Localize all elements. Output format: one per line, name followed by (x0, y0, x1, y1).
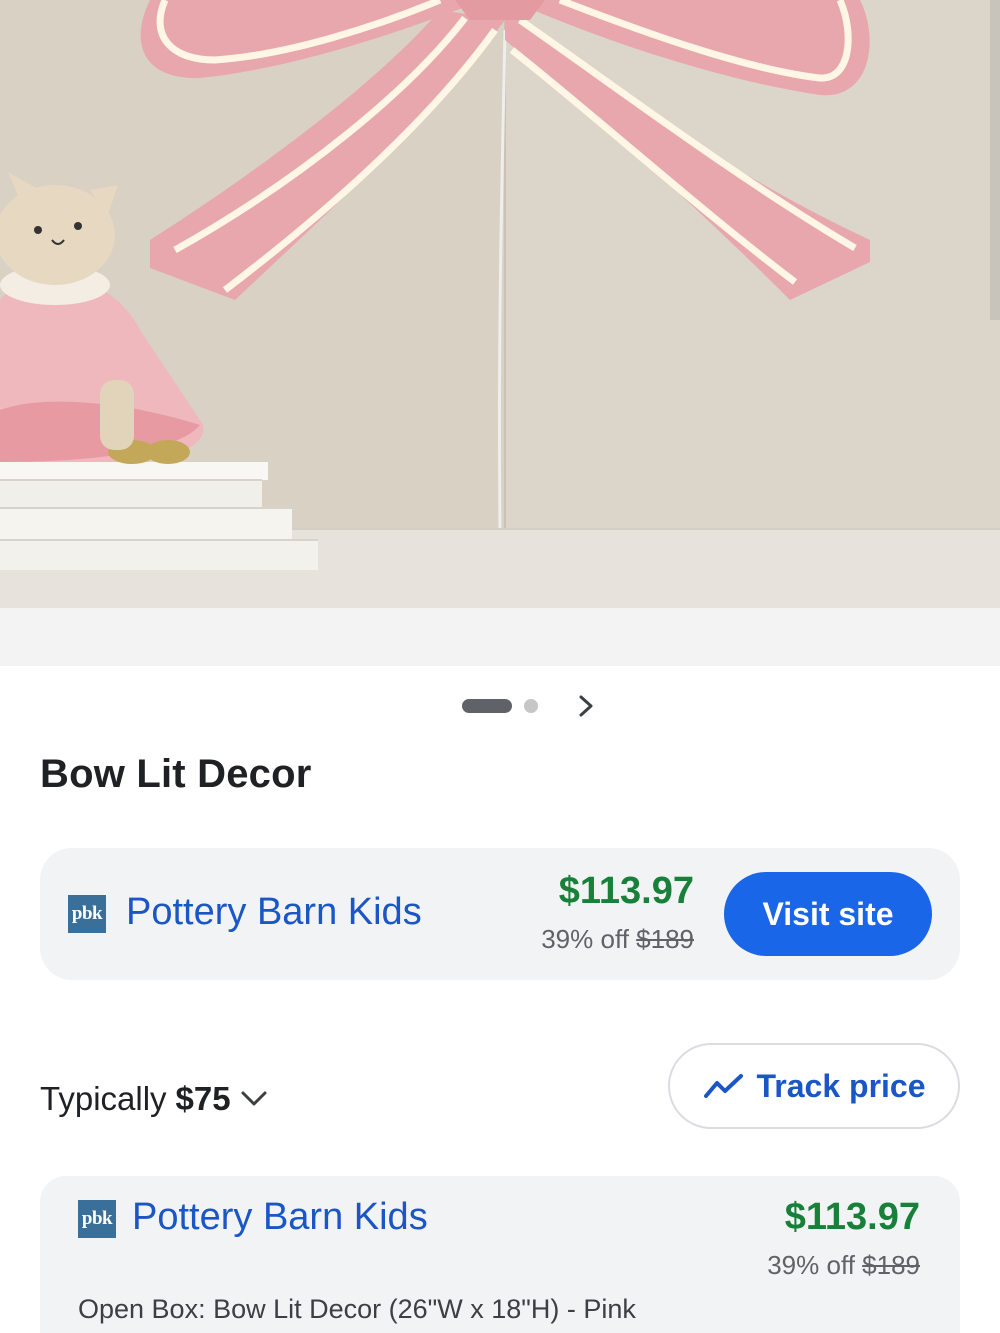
track-price-label: Track price (756, 1067, 926, 1104)
store-logo: pbk (78, 1200, 116, 1238)
visit-site-button[interactable]: Visit site (724, 872, 932, 956)
chevron-down-icon (239, 1089, 269, 1109)
listing-price: $113.97 (784, 1196, 920, 1238)
original-price: $189 (636, 924, 694, 954)
store-logo: pbk (68, 895, 106, 933)
trending-line-icon (703, 1074, 743, 1098)
product-title: Bow Lit Decor (40, 752, 312, 796)
carousel-dot-active[interactable] (462, 699, 512, 713)
image-carousel-indicator (0, 690, 1000, 722)
original-price: $189 (862, 1250, 920, 1280)
store-name-link[interactable]: Pottery Barn Kids (132, 1196, 428, 1239)
track-price-button[interactable]: Track price (668, 1043, 960, 1129)
carousel-next-button[interactable] (568, 690, 604, 722)
listing-description: Open Box: Bow Lit Decor (26"W x 18"H) - … (78, 1294, 636, 1324)
product-image[interactable] (0, 0, 1000, 608)
typical-price-label: Typically (40, 1080, 167, 1117)
bow-lamp-photo (0, 0, 1000, 608)
carousel-dot[interactable] (524, 699, 538, 713)
typical-price-toggle[interactable]: Typically $75 (40, 1080, 269, 1118)
store-name-link[interactable]: Pottery Barn Kids (126, 891, 422, 934)
offer-price: $113.97 (558, 870, 694, 912)
typical-price-value: $75 (175, 1080, 231, 1117)
listing-discount: 39% off $189 (767, 1250, 920, 1281)
discount-percent: 39% off (767, 1250, 855, 1280)
discount-percent: 39% off (541, 924, 629, 954)
chevron-right-icon (579, 695, 593, 717)
best-offer-card[interactable]: pbk Pottery Barn Kids $113.97 39% off $1… (40, 848, 960, 980)
store-listing-card[interactable]: pbk Pottery Barn Kids $113.97 39% off $1… (40, 1176, 960, 1333)
offer-discount: 39% off $189 (541, 924, 694, 955)
image-footer-band (0, 608, 1000, 666)
